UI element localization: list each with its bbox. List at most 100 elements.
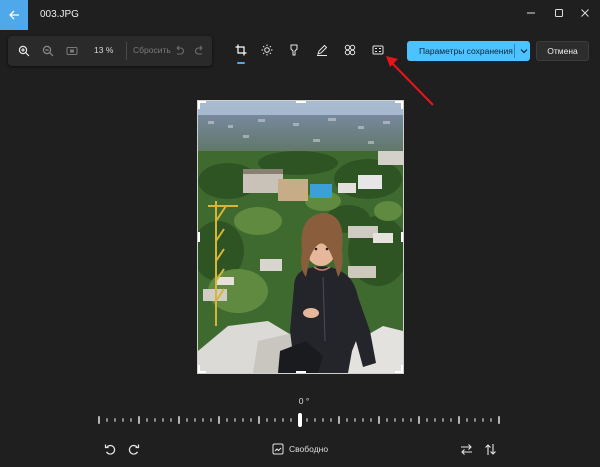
crop-handle-top-right[interactable] xyxy=(395,101,403,109)
tool-crop[interactable] xyxy=(233,42,249,58)
rotation-slider[interactable] xyxy=(98,413,502,427)
close-button[interactable] xyxy=(572,2,598,24)
slider-tick xyxy=(330,418,332,422)
slider-tick xyxy=(458,416,460,424)
slider-tick xyxy=(194,418,196,422)
crop-handle-left[interactable] xyxy=(198,232,206,242)
slider-tick xyxy=(346,418,348,422)
crop-icon xyxy=(235,44,247,56)
slider-tick xyxy=(370,418,372,422)
arrow-left-icon xyxy=(8,9,20,21)
save-options-button[interactable]: Параметры сохранения xyxy=(407,41,530,61)
fit-to-window-button[interactable] xyxy=(64,43,80,59)
divider xyxy=(514,44,515,58)
crop-handle-top-left[interactable] xyxy=(198,101,206,109)
slider-tick xyxy=(450,418,452,422)
tool-retouch[interactable] xyxy=(286,42,302,58)
slider-tick xyxy=(498,416,500,424)
slider-tick xyxy=(178,416,180,424)
slider-tick xyxy=(410,418,412,422)
photo-image xyxy=(198,101,403,373)
reset-button[interactable]: Сбросить xyxy=(133,45,171,55)
slider-tick xyxy=(234,418,236,422)
chevron-down-icon[interactable] xyxy=(518,45,530,57)
zoom-out-button[interactable] xyxy=(40,43,56,59)
slider-tick xyxy=(442,418,444,422)
slider-tick xyxy=(274,418,276,422)
filter-icon xyxy=(344,44,356,56)
slider-tick xyxy=(202,418,204,422)
slider-tick xyxy=(394,418,396,422)
slider-tick xyxy=(314,418,316,422)
slider-tick xyxy=(426,418,428,422)
slider-tick xyxy=(98,416,100,424)
slider-tick xyxy=(290,418,292,422)
minimize-button[interactable] xyxy=(518,2,544,24)
flip-vertical-icon xyxy=(484,443,497,456)
undo-icon xyxy=(173,45,185,57)
slider-tick xyxy=(250,418,252,422)
crop-handle-bottom[interactable] xyxy=(296,365,306,373)
slider-tick xyxy=(106,418,108,422)
tool-markup[interactable] xyxy=(314,42,330,58)
minimize-icon xyxy=(526,8,536,18)
maximize-icon xyxy=(554,8,564,18)
brightness-icon xyxy=(261,44,273,56)
slider-tick xyxy=(138,416,140,424)
crop-handle-bottom-right[interactable] xyxy=(395,365,403,373)
flip-horizontal-icon xyxy=(460,443,473,456)
slider-tick xyxy=(490,418,492,422)
undo-button[interactable] xyxy=(171,43,187,59)
rotate-right-button[interactable] xyxy=(125,441,141,457)
cancel-button[interactable]: Отмена xyxy=(536,41,589,61)
flip-vertical-button[interactable] xyxy=(482,441,498,457)
flip-horizontal-button[interactable] xyxy=(458,441,474,457)
slider-tick xyxy=(146,418,148,422)
zoom-bar: 13 % Сбросить xyxy=(8,36,212,66)
aspect-ratio-label: Свободно xyxy=(289,444,329,454)
slider-tick xyxy=(434,418,436,422)
slider-tick xyxy=(114,418,116,422)
zoom-percentage: 13 % xyxy=(94,45,114,55)
maximize-button[interactable] xyxy=(546,2,572,24)
slider-tick xyxy=(418,416,420,424)
slider-tick xyxy=(210,418,212,422)
slider-tick xyxy=(338,416,340,424)
slider-tick xyxy=(226,418,228,422)
slider-tick xyxy=(378,416,380,424)
aspect-ratio-button[interactable]: Свободно xyxy=(272,443,328,455)
crop-handle-bottom-left[interactable] xyxy=(198,365,206,373)
crop-handle-right[interactable] xyxy=(395,232,403,242)
tool-filter[interactable] xyxy=(342,42,358,58)
slider-tick xyxy=(282,418,284,422)
window-title: 003.JPG xyxy=(40,9,79,20)
slider-tick xyxy=(154,418,156,422)
slider-tick xyxy=(354,418,356,422)
slider-tick xyxy=(242,418,244,422)
slider-tick xyxy=(162,418,164,422)
slider-tick xyxy=(266,418,268,422)
title-bar: 003.JPG xyxy=(0,0,600,32)
slider-tick xyxy=(258,416,260,424)
close-icon xyxy=(580,8,590,18)
rotate-left-button[interactable] xyxy=(102,441,118,457)
rotation-slider-thumb[interactable] xyxy=(298,413,302,427)
zoom-in-button[interactable] xyxy=(16,43,32,59)
slider-tick xyxy=(218,416,220,424)
rotation-angle: 0 ° xyxy=(298,396,310,406)
slider-tick xyxy=(482,418,484,422)
slider-tick xyxy=(322,418,324,422)
back-button[interactable] xyxy=(0,0,28,30)
pen-icon xyxy=(316,44,328,56)
marker-icon xyxy=(288,44,300,56)
crop-handle-top[interactable] xyxy=(296,101,306,109)
slider-tick xyxy=(386,418,388,422)
slider-tick xyxy=(474,418,476,422)
slider-tick xyxy=(186,418,188,422)
tool-adjust[interactable] xyxy=(259,42,275,58)
redo-button[interactable] xyxy=(192,43,208,59)
photo-canvas[interactable] xyxy=(197,100,404,374)
redo-icon xyxy=(194,45,206,57)
slider-tick xyxy=(170,418,172,422)
slider-tick xyxy=(466,418,468,422)
